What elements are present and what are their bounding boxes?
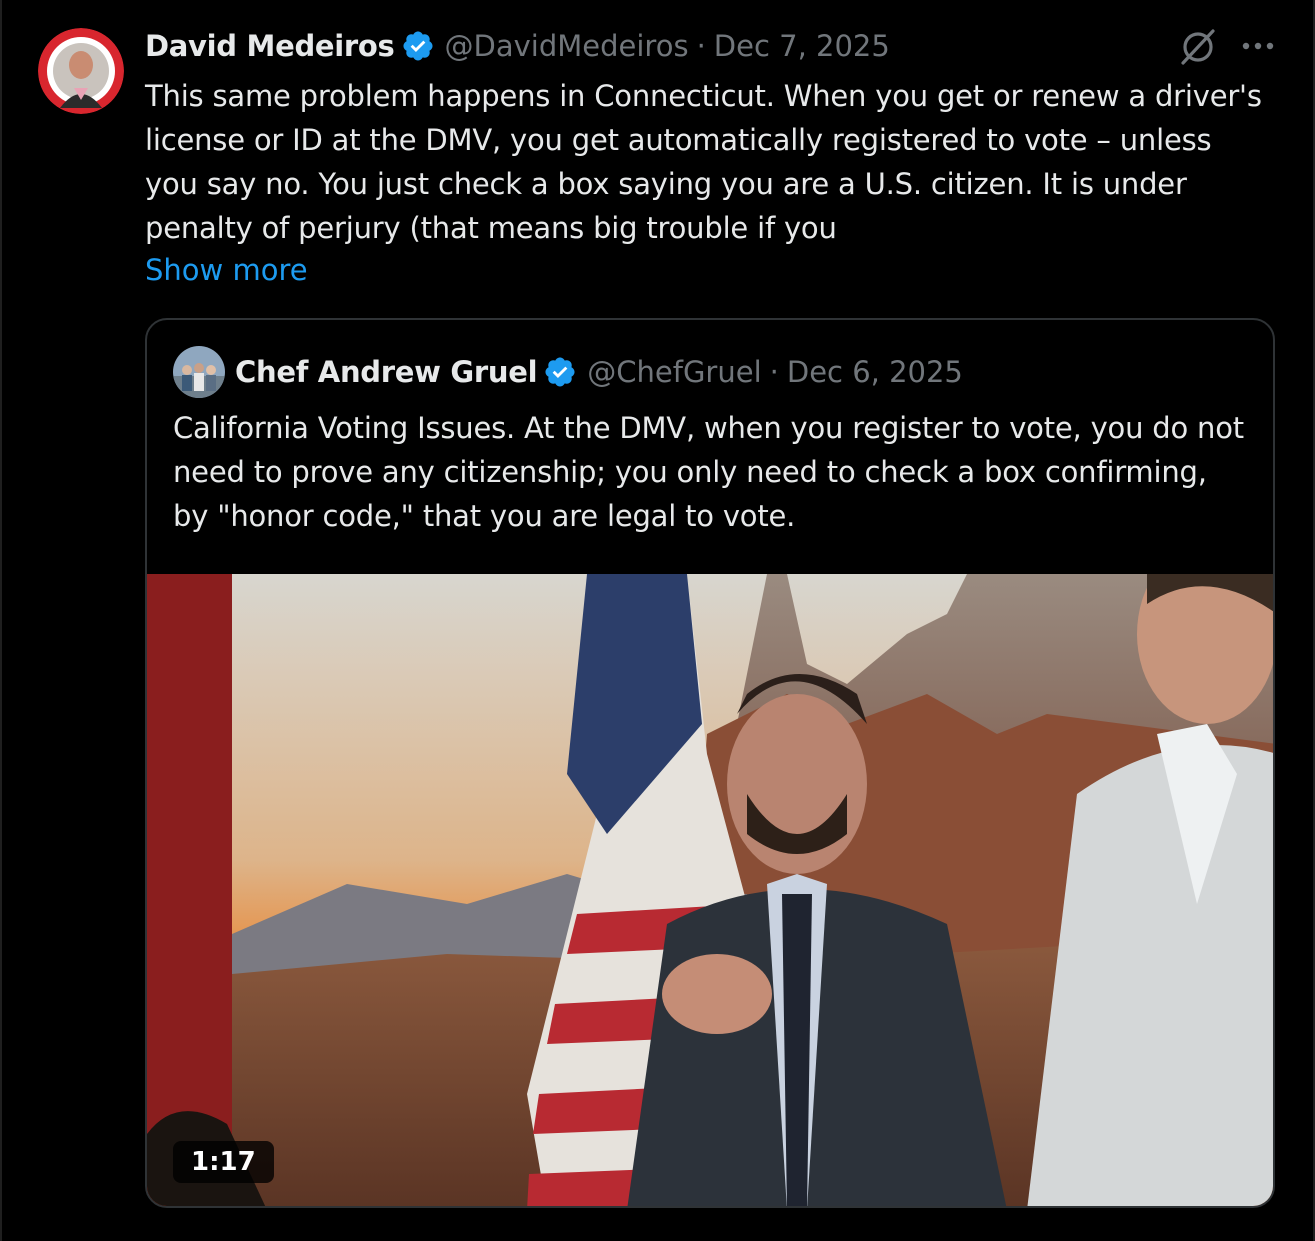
separator-dot: ·: [696, 29, 706, 63]
author-handle[interactable]: @DavidMedeiros: [445, 29, 689, 63]
quoted-tweet-date[interactable]: Dec 6, 2025: [787, 355, 963, 389]
quoted-tweet-header: Chef Andrew Gruel @ChefGruel · Dec 6, 20…: [235, 352, 963, 392]
tweet-text: This same problem happens in Connecticut…: [145, 79, 1262, 245]
video-thumbnail: [147, 574, 1273, 1206]
quoted-author-handle[interactable]: @ChefGruel: [587, 355, 761, 389]
author-avatar[interactable]: [38, 28, 124, 114]
verified-badge-icon: [545, 357, 575, 387]
tweet[interactable]: David Medeiros @DavidMedeiros · Dec 7, 2…: [0, 0, 1315, 1241]
quoted-tweet[interactable]: Chef Andrew Gruel @ChefGruel · Dec 6, 20…: [145, 318, 1275, 1208]
separator-dot: ·: [769, 355, 779, 389]
quoted-tweet-text: California Voting Issues. At the DMV, wh…: [173, 411, 1244, 533]
quoted-author-avatar[interactable]: [173, 346, 225, 398]
tweet-date[interactable]: Dec 7, 2025: [714, 29, 890, 63]
more-options-icon[interactable]: [1238, 34, 1278, 58]
verified-badge-icon: [403, 31, 433, 61]
show-more-link[interactable]: Show more: [145, 248, 308, 292]
tweet-header: David Medeiros @DavidMedeiros · Dec 7, 2…: [145, 26, 890, 66]
video-player[interactable]: 1:17: [147, 574, 1273, 1206]
quoted-author-name[interactable]: Chef Andrew Gruel: [235, 355, 538, 389]
author-name[interactable]: David Medeiros: [145, 29, 395, 63]
grok-icon[interactable]: [1177, 26, 1219, 68]
video-duration: 1:17: [173, 1141, 274, 1183]
